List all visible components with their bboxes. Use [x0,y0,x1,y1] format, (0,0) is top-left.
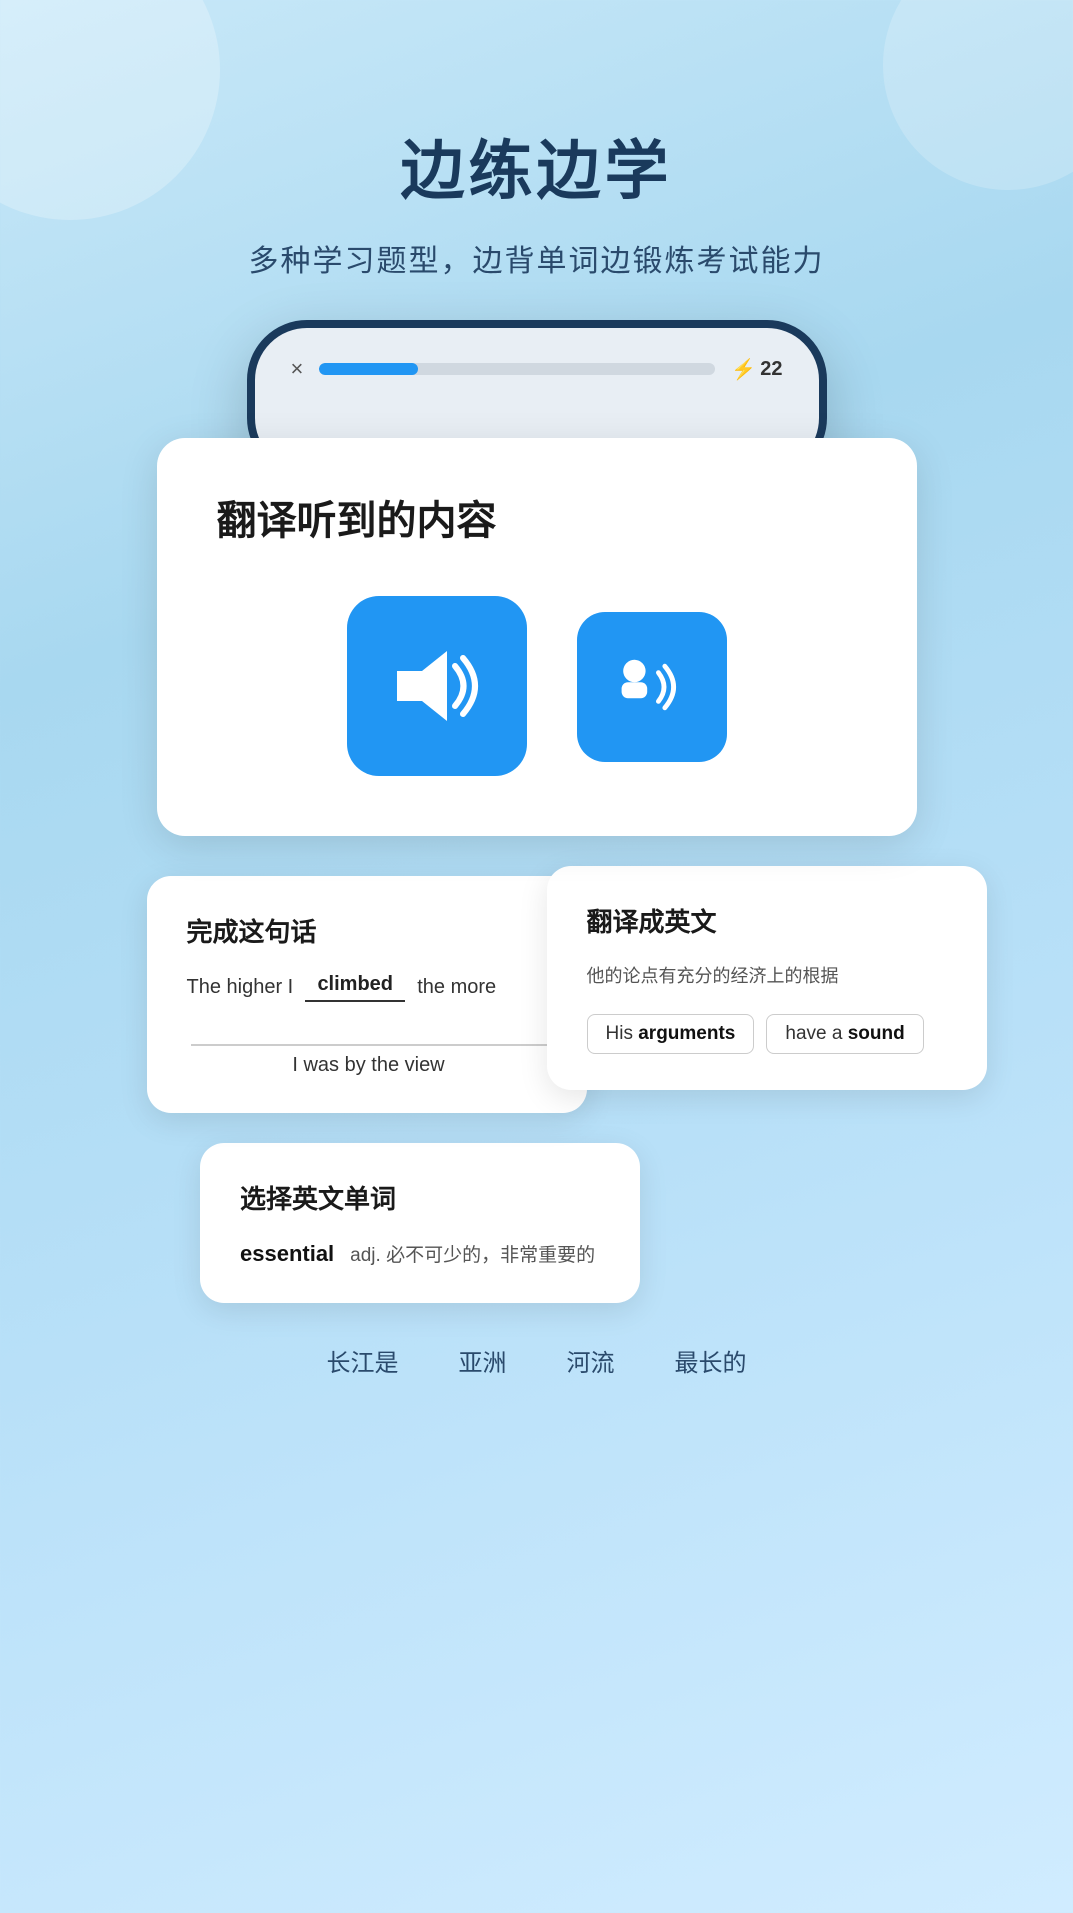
header-section: 边练边学 多种学习题型，边背单词边锻炼考试能力 [0,0,1073,320]
word-chip-2[interactable]: have a sound [766,1014,923,1054]
def-text: adj. 必不可少的，非常重要的 [350,1240,595,1267]
score-area: ⚡ 22 [731,357,782,382]
chip1-prefix: His [606,1023,639,1044]
main-title: 边练边学 [0,120,1073,212]
sentence-underline [191,1022,547,1046]
speaker-button[interactable] [347,596,527,776]
word-chip-1[interactable]: His arguments [587,1014,755,1054]
chip2-word: sound [848,1023,905,1044]
translate-subtitle: 他的论点有充分的经济上的根据 [587,963,947,990]
bottom-row: 长江是 亚洲 河流 最长的 [0,1343,1073,1418]
main-card-title: 翻译听到的内容 [217,488,857,546]
speaker-person-icon [612,655,692,719]
translate-card: 翻译成英文 他的论点有充分的经济上的根据 His arguments have … [547,866,987,1090]
lower-cards-wrapper: 完成这句话 The higher I climbed the more I wa… [87,876,987,1113]
sentence-line-1: The higher I climbed the more [187,973,547,1002]
lightning-icon: ⚡ [731,357,756,382]
sentence-part1: The higher I [187,976,294,999]
audio-buttons-area [217,596,857,776]
word-chips-area: His arguments have a sound [587,1014,947,1054]
def-word: essential [240,1241,334,1267]
speaker-icon [387,646,487,726]
bottom-word-1: 长江是 [327,1343,399,1378]
bottom-word-4: 最长的 [675,1343,747,1378]
bottom-word-2: 亚洲 [459,1343,507,1378]
score-value: 22 [760,358,782,381]
definition-row: essential adj. 必不可少的，非常重要的 [240,1240,600,1267]
progress-bar-fill [319,363,418,375]
phone-top-bar: × ⚡ 22 [275,348,799,390]
chip2-prefix: have a [785,1023,847,1044]
speaker-person-button[interactable] [577,612,727,762]
sentence-blank: climbed [305,973,405,1002]
bottom-word-3: 河流 [567,1343,615,1378]
close-button[interactable]: × [291,356,304,382]
complete-sentence-label: 完成这句话 [187,912,547,949]
progress-bar-container [319,363,715,375]
sentence-answer: I was by the view [191,1054,547,1077]
select-word-label: 选择英文单词 [240,1179,600,1216]
translate-card-label: 翻译成英文 [587,902,947,939]
chip1-word: arguments [638,1023,735,1044]
complete-sentence-card: 完成这句话 The higher I climbed the more I wa… [147,876,587,1113]
subtitle: 多种学习题型，边背单词边锻炼考试能力 [0,236,1073,280]
sentence-part2: the more [417,976,496,999]
main-card: 翻译听到的内容 [157,438,917,836]
select-word-card: 选择英文单词 essential adj. 必不可少的，非常重要的 [200,1143,640,1303]
